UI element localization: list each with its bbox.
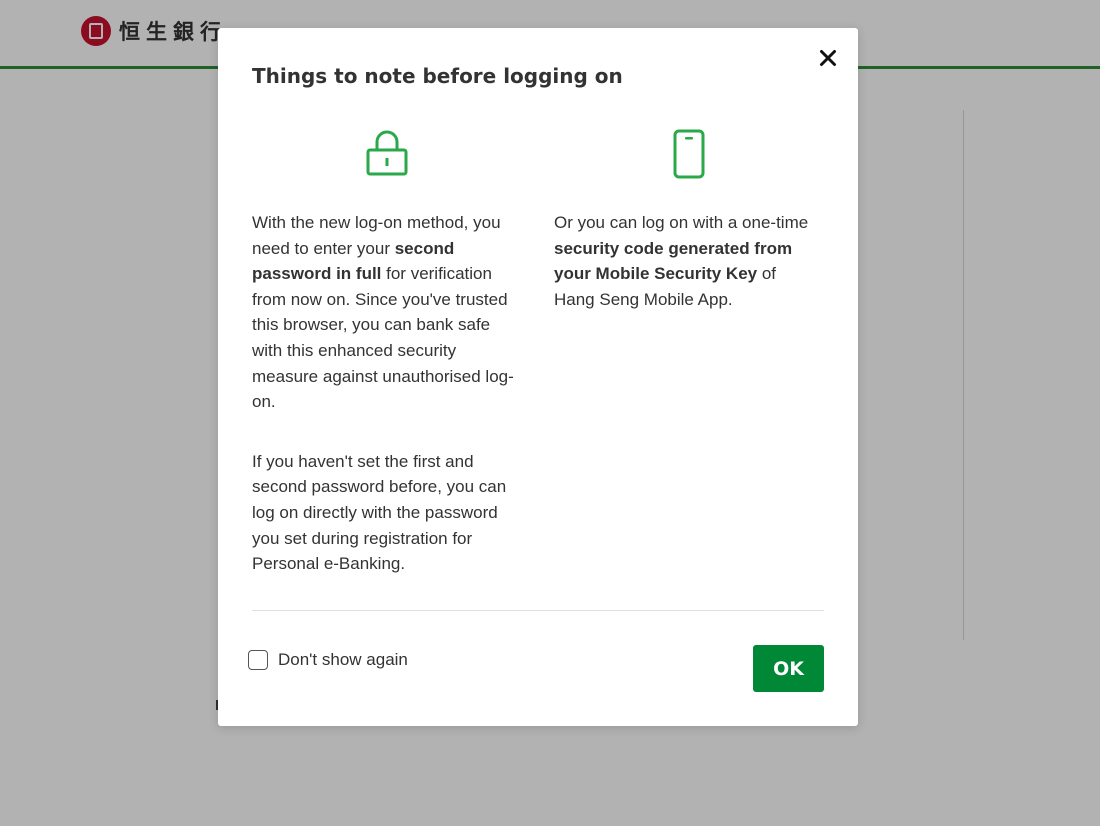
password-info-column: With the new log-on method, you need to … (252, 128, 522, 577)
close-button[interactable] (814, 44, 842, 72)
password-paragraph: With the new log-on method, you need to … (252, 210, 522, 415)
registration-paragraph: If you haven't set the first and second … (252, 451, 507, 574)
close-icon (820, 50, 836, 66)
phone-icon-wrapper (554, 128, 824, 180)
dont-show-again-checkbox[interactable] (248, 650, 268, 670)
dont-show-again-label[interactable]: Don't show again (278, 650, 408, 670)
dont-show-again-option[interactable]: Don't show again (248, 650, 408, 670)
mobile-key-paragraph: Or you can log on with a one-time securi… (554, 210, 810, 312)
text-segment: With the new log-on method, you need to … (252, 213, 501, 258)
lock-icon-wrapper (252, 128, 522, 180)
text-segment: for verification from now on. Since you'… (252, 264, 514, 412)
lock-icon (366, 130, 408, 176)
mobile-phone-icon (673, 129, 705, 179)
dialog-divider (252, 610, 824, 611)
mobile-key-info-column: Or you can log on with a one-time securi… (554, 128, 810, 312)
logon-notice-dialog: Things to note before logging on With th… (218, 28, 858, 726)
dialog-title: Things to note before logging on (252, 64, 623, 88)
text-segment: Or you can log on with a one-time (554, 213, 809, 232)
ok-button[interactable]: OK (753, 645, 824, 692)
